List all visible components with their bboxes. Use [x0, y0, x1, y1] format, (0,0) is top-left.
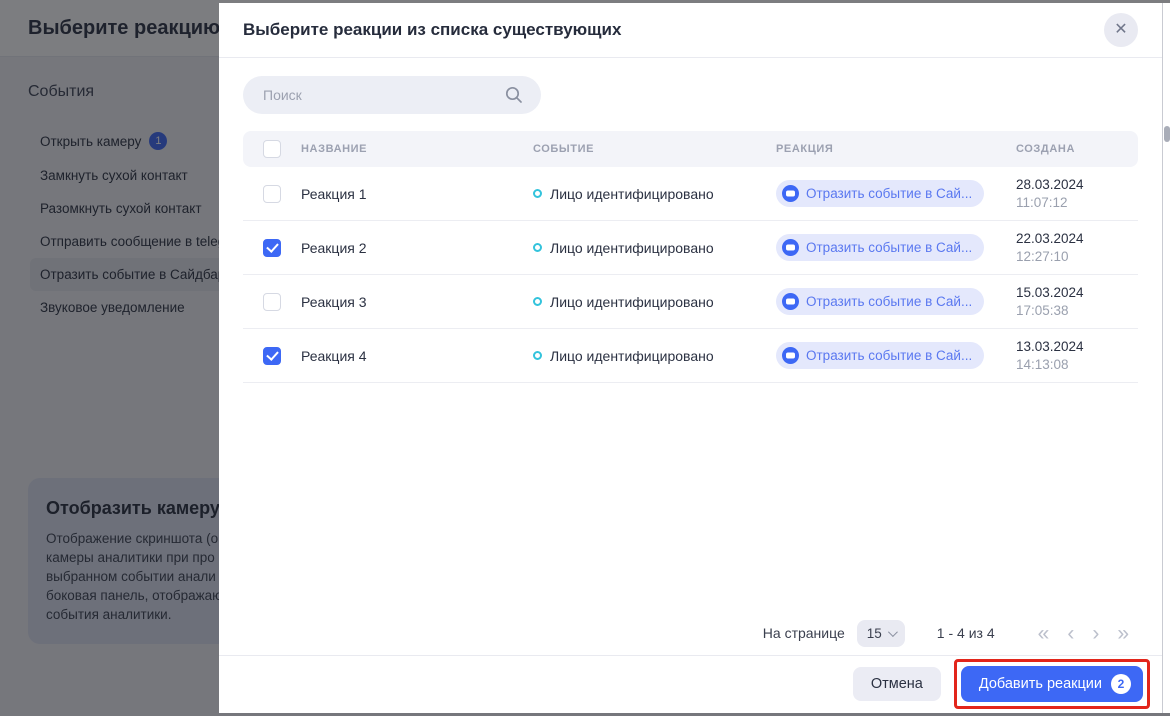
created-cell: 22.03.202412:27:10: [1016, 230, 1138, 266]
created-date: 22.03.2024: [1016, 230, 1138, 248]
event-status-icon: [533, 189, 542, 198]
event-status-icon: [533, 243, 542, 252]
reaction-name: Реакция 4: [301, 348, 533, 364]
created-time: 17:05:38: [1016, 302, 1138, 320]
event-cell: Лицо идентифицировано: [533, 186, 776, 202]
add-reactions-label: Добавить реакции: [979, 676, 1102, 692]
created-time: 11:07:12: [1016, 194, 1138, 212]
last-page-button[interactable]: »: [1110, 623, 1136, 644]
event-cell: Лицо идентифицировано: [533, 240, 776, 256]
created-date: 13.03.2024: [1016, 338, 1138, 356]
created-cell: 28.03.202411:07:12: [1016, 176, 1138, 212]
modal-title: Выберите реакции из списка существующих: [243, 20, 621, 40]
reaction-name: Реакция 1: [301, 186, 533, 202]
row-checkbox[interactable]: [263, 239, 281, 257]
close-icon: ✕: [1114, 22, 1127, 38]
selected-count-badge: 2: [1111, 674, 1131, 694]
sidebar-reaction-icon: [782, 347, 799, 364]
reaction-chip: Отразить событие в Сай...: [776, 342, 984, 369]
created-date: 15.03.2024: [1016, 284, 1138, 302]
reaction-chip: Отразить событие в Сай...: [776, 288, 984, 315]
reactions-table: НАЗВАНИЕ СОБЫТИЕ РЕАКЦИЯ СОЗДАНА Реакция…: [243, 131, 1138, 383]
app-window: Выберите реакцию н События Открыть камер…: [0, 0, 1170, 716]
per-page-value: 15: [867, 626, 882, 641]
column-header-name: НАЗВАНИЕ: [301, 143, 533, 155]
modal-body: НАЗВАНИЕ СОБЫТИЕ РЕАКЦИЯ СОЗДАНА Реакция…: [219, 58, 1162, 655]
close-button[interactable]: ✕: [1104, 13, 1138, 47]
reaction-chip-label: Отразить событие в Сай...: [806, 240, 972, 255]
pagination-arrows: « ‹ › »: [1031, 623, 1136, 644]
select-reactions-modal: Выберите реакции из списка существующих …: [219, 3, 1162, 713]
event-label: Лицо идентифицировано: [550, 186, 714, 202]
first-page-button[interactable]: «: [1031, 623, 1057, 644]
search-icon: [505, 86, 523, 104]
event-label: Лицо идентифицировано: [550, 240, 714, 256]
event-label: Лицо идентифицировано: [550, 294, 714, 310]
scrollbar-thumb[interactable]: [1164, 126, 1170, 142]
add-reactions-button[interactable]: Добавить реакции 2: [961, 666, 1143, 702]
table-header-row: НАЗВАНИЕ СОБЫТИЕ РЕАКЦИЯ СОЗДАНА: [243, 131, 1138, 167]
column-header-reaction: РЕАКЦИЯ: [776, 143, 1016, 155]
event-status-icon: [533, 351, 542, 360]
reaction-chip-label: Отразить событие в Сай...: [806, 348, 972, 363]
pagination-range: 1 - 4 из 4: [937, 625, 995, 641]
created-date: 28.03.2024: [1016, 176, 1138, 194]
reaction-chip-label: Отразить событие в Сай...: [806, 186, 972, 201]
sidebar-reaction-icon: [782, 293, 799, 310]
search-field: [243, 76, 541, 114]
created-cell: 13.03.202414:13:08: [1016, 338, 1138, 374]
table-row[interactable]: Реакция 4 Лицо идентифицировано Отразить…: [243, 329, 1138, 383]
row-checkbox[interactable]: [263, 293, 281, 311]
created-time: 14:13:08: [1016, 356, 1138, 374]
reaction-name: Реакция 3: [301, 294, 533, 310]
cancel-button[interactable]: Отмена: [853, 667, 941, 701]
event-status-icon: [533, 297, 542, 306]
row-checkbox[interactable]: [263, 347, 281, 365]
reaction-name: Реакция 2: [301, 240, 533, 256]
table-row[interactable]: Реакция 3 Лицо идентифицировано Отразить…: [243, 275, 1138, 329]
scrollbar[interactable]: [1162, 3, 1170, 713]
reaction-chip-label: Отразить событие в Сай...: [806, 294, 972, 309]
next-page-button[interactable]: ›: [1085, 623, 1106, 644]
table-row[interactable]: Реакция 2 Лицо идентифицировано Отразить…: [243, 221, 1138, 275]
search-input[interactable]: [243, 76, 541, 114]
event-label: Лицо идентифицировано: [550, 348, 714, 364]
chevron-down-icon: [888, 627, 898, 637]
event-cell: Лицо идентифицировано: [533, 348, 776, 364]
per-page-select[interactable]: 15: [857, 620, 905, 647]
select-all-checkbox[interactable]: [263, 140, 281, 158]
modal-footer: Отмена Добавить реакции 2: [219, 655, 1162, 713]
column-header-event: СОБЫТИЕ: [533, 143, 776, 155]
event-cell: Лицо идентифицировано: [533, 294, 776, 310]
column-header-created: СОЗДАНА: [1016, 143, 1138, 155]
sidebar-reaction-icon: [782, 185, 799, 202]
prev-page-button[interactable]: ‹: [1060, 623, 1081, 644]
modal-header: Выберите реакции из списка существующих …: [219, 3, 1162, 58]
reaction-chip: Отразить событие в Сай...: [776, 180, 984, 207]
pagination-bar: На странице 15 1 - 4 из 4 « ‹ › »: [243, 611, 1138, 655]
per-page-label: На странице: [763, 625, 845, 641]
annotation-highlight-box: Добавить реакции 2: [954, 659, 1150, 709]
table-row[interactable]: Реакция 1 Лицо идентифицировано Отразить…: [243, 167, 1138, 221]
created-cell: 15.03.202417:05:38: [1016, 284, 1138, 320]
row-checkbox[interactable]: [263, 185, 281, 203]
sidebar-reaction-icon: [782, 239, 799, 256]
reaction-chip: Отразить событие в Сай...: [776, 234, 984, 261]
created-time: 12:27:10: [1016, 248, 1138, 266]
